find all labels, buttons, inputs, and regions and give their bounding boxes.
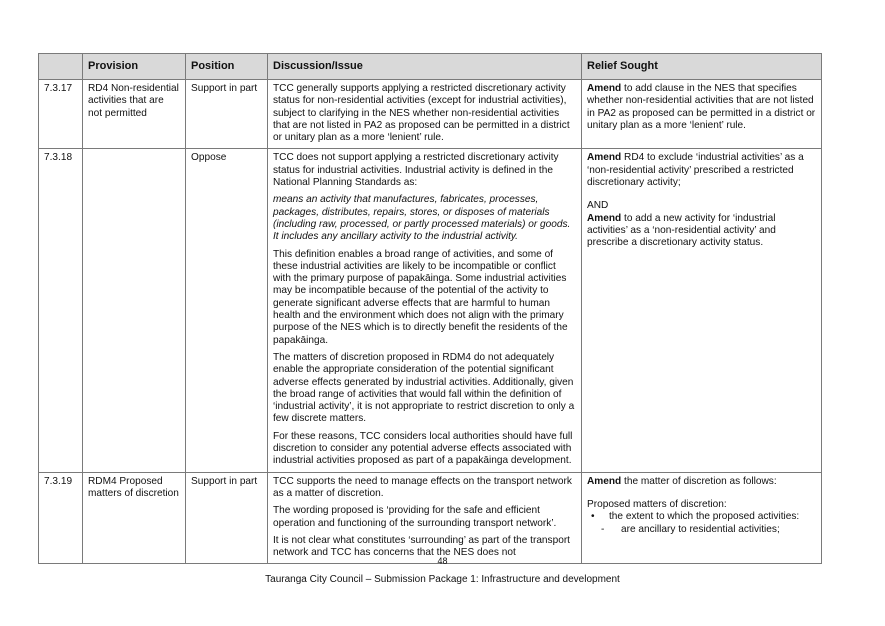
table-row: 7.3.17 RD4 Non-residential activities th… bbox=[38, 78, 822, 150]
row-relief: Amend RD4 to exclude ‘industrial activit… bbox=[581, 148, 822, 473]
discussion-paragraph: This definition enables a broad range of… bbox=[273, 248, 568, 346]
relief-subheading: Proposed matters of discretion: bbox=[587, 498, 727, 510]
relief-bullet-list: the extent to which the proposed activit… bbox=[587, 511, 816, 524]
row-ref: 7.3.18 bbox=[38, 148, 83, 473]
relief-paragraph: Amend to add a new activity for ‘industr… bbox=[587, 212, 776, 249]
table-header-row: Provision Position Discussion/Issue Reli… bbox=[38, 53, 822, 80]
row-position: Support in part bbox=[185, 78, 268, 150]
page-footer: Tauranga City Council – Submission Packa… bbox=[265, 574, 620, 585]
page-number: 48 bbox=[437, 556, 448, 566]
relief-paragraph: Amend RD4 to exclude ‘industrial activit… bbox=[587, 152, 804, 189]
header-position: Position bbox=[185, 53, 268, 80]
row-ref: 7.3.17 bbox=[38, 78, 83, 150]
row-position: Support in part bbox=[185, 471, 268, 565]
table-row: 7.3.19 RDM4 Proposed matters of discreti… bbox=[38, 471, 822, 565]
discussion-paragraph: The wording proposed is ‘providing for t… bbox=[273, 505, 557, 529]
list-item: the extent to which the proposed activit… bbox=[591, 511, 816, 524]
header-provision: Provision bbox=[82, 53, 186, 80]
row-provision: RDM4 Proposed matters of discretion bbox=[82, 471, 186, 565]
discussion-paragraph: For these reasons, TCC considers local a… bbox=[273, 430, 573, 467]
header-relief: Relief Sought bbox=[581, 53, 822, 80]
relief-and: AND bbox=[587, 200, 609, 212]
discussion-paragraph: TCC does not support applying a restrict… bbox=[273, 152, 559, 189]
row-provision: RD4 Non-residential activities that are … bbox=[82, 78, 186, 150]
row-discussion: TCC generally supports applying a restri… bbox=[267, 78, 582, 150]
list-item: are ancillary to residential activities; bbox=[587, 524, 816, 537]
discussion-paragraph: The matters of discretion proposed in RD… bbox=[273, 351, 575, 425]
row-discussion: TCC does not support applying a restrict… bbox=[267, 148, 582, 473]
submission-table: Provision Position Discussion/Issue Reli… bbox=[38, 53, 822, 565]
row-discussion: TCC supports the need to manage effects … bbox=[267, 471, 582, 565]
table-row: 7.3.18 Oppose TCC does not support apply… bbox=[38, 148, 822, 473]
row-relief: Amend the matter of discretion as follow… bbox=[581, 471, 822, 565]
row-provision bbox=[82, 148, 186, 473]
relief-paragraph: Amend to add clause in the NES that spec… bbox=[587, 83, 816, 131]
discussion-paragraph: TCC generally supports applying a restri… bbox=[273, 83, 570, 144]
header-discussion: Discussion/Issue bbox=[267, 53, 582, 80]
discussion-paragraph: TCC supports the need to manage effects … bbox=[273, 475, 572, 499]
row-position: Oppose bbox=[185, 148, 268, 473]
relief-paragraph: Amend the matter of discretion as follow… bbox=[587, 475, 777, 487]
row-relief: Amend to add clause in the NES that spec… bbox=[581, 78, 822, 150]
definition-quote: means an activity that manufactures, fab… bbox=[273, 194, 571, 243]
header-ref bbox=[38, 53, 83, 80]
row-ref: 7.3.19 bbox=[38, 471, 83, 565]
